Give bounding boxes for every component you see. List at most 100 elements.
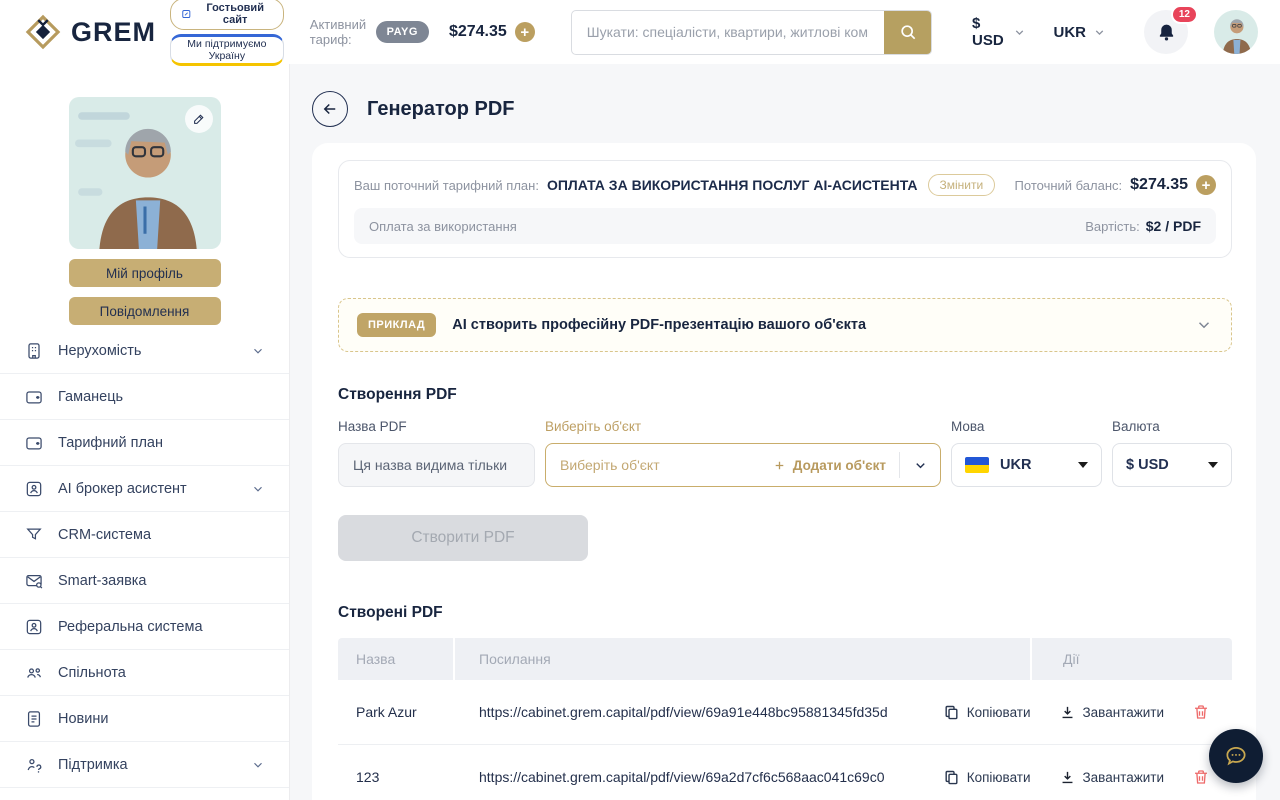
balance-label: Поточний баланс: [1014,177,1123,193]
created-pdf-title: Створені PDF [338,604,443,621]
messages-button[interactable]: Повідомлення [68,297,221,325]
cost-label: Вартість: [1085,218,1140,234]
sidebar-item-ai-broker-assistant[interactable]: AI брокер асистент [0,466,289,512]
sidebar-item-crm-system[interactable]: CRM-система [0,512,289,558]
tariff-badge[interactable]: PAYG [375,21,429,43]
support-person-icon [24,755,44,775]
header-pills: Гостьовий сайт Ми підтримуємо Україну [170,0,284,66]
delete-button[interactable] [1192,768,1210,786]
language-label: Мова [951,419,985,434]
pdf-link-cell[interactable]: https://cabinet.grem.capital/pdf/view/69… [455,769,943,785]
sidebar-item-label: Реферальна система [58,618,203,635]
grem-logo[interactable]: GREM [24,13,156,51]
create-pdf-title: Створення PDF [338,386,457,403]
change-plan-button[interactable]: Змінити [927,174,996,196]
usage-row: Оплата за використання Вартість: $2 / PD… [354,208,1216,244]
download-button[interactable]: Завантажити [1059,769,1164,786]
content-panel: Ваш поточний тарифний план: ОПЛАТА ЗА ВИ… [312,143,1256,800]
download-icon [1062,706,1072,718]
user-avatar[interactable] [1214,10,1258,54]
active-tariff-group: Активний тариф: PAYG $274.35 + [310,17,535,47]
sidebar-item-tariff-plan[interactable]: Тарифний план [0,420,289,466]
download-button[interactable]: Завантажити [1059,704,1164,721]
column-header-link: Посилання [455,638,1032,680]
pdf-name-field: Назва PDF [338,419,535,487]
wallet-icon [24,387,44,407]
currency-value: $ USD [1126,457,1169,473]
create-pdf-button[interactable]: Створити PDF [338,515,588,561]
edit-profile-photo-button[interactable] [184,105,213,133]
chevron-down-icon [251,758,265,772]
sidebar-item-real-estate[interactable]: Нерухомість [0,328,289,374]
user-avatar-image [1214,10,1258,54]
trash-icon [1195,770,1207,784]
cost-value: $2 / PDF [1145,218,1201,234]
column-header-actions: Дії [1063,651,1080,667]
object-field: Виберіть об'єкт Виберіть об'єкт Додати о… [545,419,941,487]
language-selector[interactable]: UKR [1054,24,1107,41]
news-icon [24,709,44,729]
download-icon [1062,771,1072,783]
top-up-balance-button[interactable]: + [1196,175,1216,195]
pdf-name-label: Назва PDF [338,419,407,434]
grem-logo-icon [25,14,61,50]
download-label: Завантажити [1082,769,1164,785]
mail-search-icon [24,571,44,591]
pencil-icon [193,114,204,124]
support-ukraine-label: Ми підтримуємо Україну [187,38,267,62]
tariff-plan-card: Ваш поточний тарифний план: ОПЛАТА ЗА ВИ… [338,160,1232,258]
sidebar-item-community[interactable]: Спільнота [0,650,289,696]
chevron-down-icon[interactable] [1195,316,1213,334]
sidebar-item-wallet[interactable]: Гаманець [0,374,289,420]
header-balance: $274.35 [448,23,507,40]
object-placeholder: Виберіть об'єкт [560,457,660,473]
object-select[interactable]: Виберіть об'єкт Додати об'єкт [545,443,941,487]
top-up-balance-button[interactable]: + [514,22,535,42]
pdf-name-input[interactable] [338,443,535,487]
example-banner[interactable]: ПРИКЛАД AI створить професійну PDF-презе… [338,298,1232,352]
chevron-down-icon[interactable] [913,458,928,473]
sidebar-item-label: Smart-заявка [58,572,147,589]
language-field: Мова UKR [951,419,1102,487]
plan-name: ОПЛАТА ЗА ВИКОРИСТАННЯ ПОСЛУГ AI-АСИСТЕН… [546,177,918,193]
currency-select[interactable]: $ USD [1112,443,1232,487]
trash-icon [1195,705,1207,719]
copy-link-button[interactable]: Копіювати [943,769,1031,786]
sidebar-item-smart-request[interactable]: Smart-заявка [0,558,289,604]
search-input[interactable] [571,10,884,54]
guest-site-button[interactable]: Гостьовий сайт [170,0,284,30]
pdf-link-cell[interactable]: https://cabinet.grem.capital/pdf/view/69… [455,704,943,720]
sidebar-nav: Нерухомість Гаманець Тарифний план AI бр… [0,328,289,788]
currency-field: Валюта $ USD [1112,419,1232,487]
notifications-button[interactable]: 12 [1144,5,1198,54]
balance-value: $274.35 [1130,176,1188,193]
back-button[interactable] [312,91,348,127]
sidebar-item-referral-system[interactable]: Реферальна система [0,604,289,650]
chevron-down-icon [1093,26,1106,39]
my-profile-button[interactable]: Мій профіль [68,259,221,287]
ukraine-flag-icon [965,457,989,473]
currency-label: Валюта [1112,419,1160,434]
chat-button[interactable] [1209,729,1263,783]
add-object-button[interactable]: Додати об'єкт [773,458,886,473]
search-button[interactable] [884,10,931,54]
bell-icon [1159,24,1173,41]
back-arrow-icon [323,103,336,115]
sidebar-item-label: Спільнота [58,664,126,681]
assistant-badge-icon [24,479,44,499]
sidebar-item-support[interactable]: Підтримка [0,742,289,788]
dropdown-triangle-icon [1208,462,1218,468]
chat-bubble-icon [1226,747,1246,766]
sidebar-item-news[interactable]: Новини [0,696,289,742]
support-ukraine-button[interactable]: Ми підтримуємо Україну [170,34,284,66]
page-title-row: Генератор PDF [312,91,1256,127]
copy-link-button[interactable]: Копіювати [943,704,1031,721]
copy-label: Копіювати [966,704,1031,720]
notification-badge: 12 [1170,5,1198,24]
copy-icon [945,705,958,719]
currency-selector-value: $ USD [972,15,1004,49]
table-row: Park Azur https://cabinet.grem.capital/p… [338,680,1232,745]
currency-selector[interactable]: $ USD [972,15,1026,49]
delete-button[interactable] [1192,703,1210,721]
language-select[interactable]: UKR [951,443,1102,487]
